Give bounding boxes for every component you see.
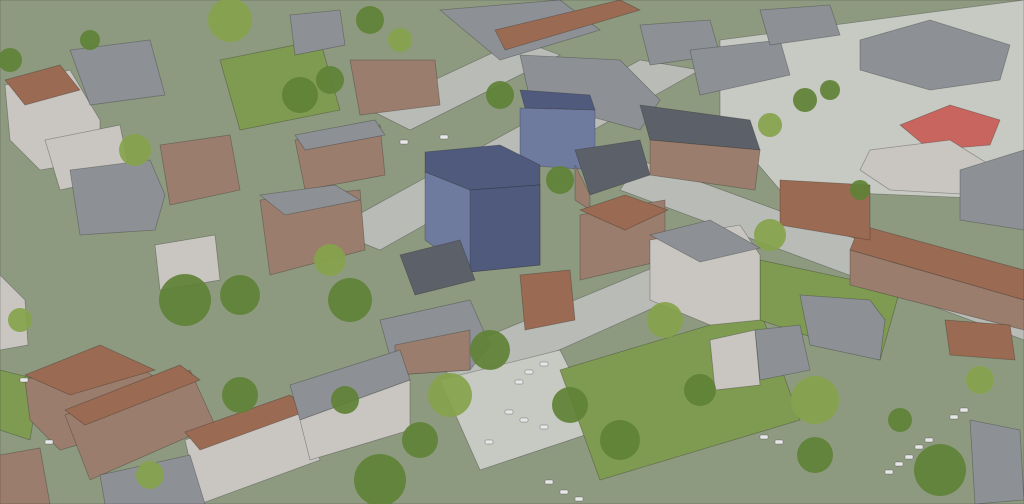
car <box>949 414 959 420</box>
aerial-photo <box>0 0 1024 504</box>
car <box>759 434 769 440</box>
tree <box>356 6 384 34</box>
tree <box>820 80 840 100</box>
car <box>524 369 534 375</box>
car <box>484 439 494 445</box>
car <box>19 377 29 383</box>
tree <box>914 444 966 496</box>
tree <box>758 113 782 137</box>
car <box>894 461 904 467</box>
car <box>439 134 449 140</box>
car <box>44 439 54 445</box>
block-right-4 <box>944 319 1016 361</box>
tree <box>486 81 514 109</box>
tree <box>428 373 472 417</box>
tenement-top-2 <box>349 59 441 116</box>
tree <box>684 374 716 406</box>
tenement-mid-4 <box>519 269 576 331</box>
car <box>539 424 549 430</box>
tree <box>119 134 151 166</box>
tree <box>314 244 346 276</box>
tree <box>220 275 260 315</box>
tree <box>388 28 412 52</box>
block-right-3 <box>709 329 761 391</box>
new-building-facade <box>469 184 541 273</box>
tenement-left-3 <box>69 159 166 236</box>
tree <box>402 422 438 458</box>
car <box>544 479 554 485</box>
tree <box>888 408 912 432</box>
car <box>574 496 584 502</box>
car <box>884 469 894 475</box>
tree <box>797 437 833 473</box>
tree <box>546 166 574 194</box>
tree <box>850 180 870 200</box>
tree <box>136 461 164 489</box>
tree <box>791 376 839 424</box>
tree <box>316 66 344 94</box>
car <box>514 379 524 385</box>
car <box>519 417 529 423</box>
tree <box>328 278 372 322</box>
tree <box>80 30 100 50</box>
tree <box>208 0 252 42</box>
car <box>959 407 969 413</box>
tree <box>552 387 588 423</box>
block-right-2 <box>754 324 811 381</box>
tree <box>222 377 258 413</box>
tree <box>354 454 406 504</box>
block-right-5 <box>969 419 1024 504</box>
aerial-photo-canvas <box>0 0 1024 504</box>
car <box>904 454 914 460</box>
car <box>914 444 924 450</box>
car <box>924 437 934 443</box>
tree <box>966 366 994 394</box>
car <box>539 361 549 367</box>
tree <box>8 308 32 332</box>
tree <box>793 88 817 112</box>
car <box>774 439 784 445</box>
tree <box>331 386 359 414</box>
car <box>504 409 514 415</box>
car <box>559 489 569 495</box>
car <box>399 139 409 145</box>
tree <box>470 330 510 370</box>
tree <box>647 302 683 338</box>
tree <box>754 219 786 251</box>
tree <box>159 274 211 326</box>
tree <box>282 77 318 113</box>
tree <box>600 420 640 460</box>
